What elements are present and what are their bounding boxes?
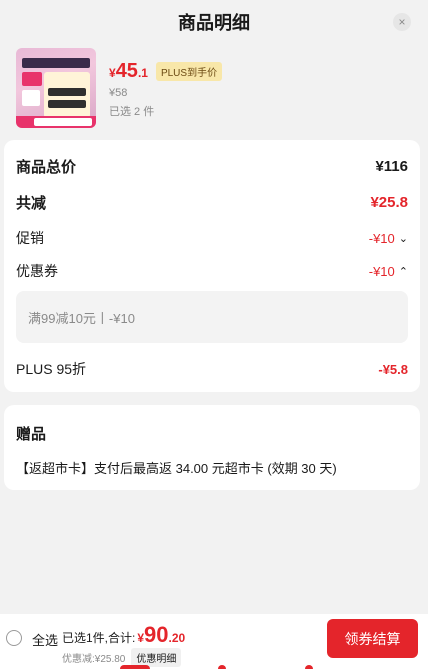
price-decimal: .1: [137, 66, 148, 80]
gift-description: 【返超市卡】支付后最高返 34.00 元超市卡 (效期 30 天): [16, 461, 337, 476]
product-row: ¥ 45 .1 PLUS到手价 ¥58 已选 2 件: [16, 48, 412, 128]
plus-price-tag: PLUS到手价: [155, 62, 223, 81]
plus-discount-label: PLUS 95折: [16, 361, 87, 377]
order-total-decimal: .20: [168, 631, 186, 645]
sheet-title: 商品明细: [178, 13, 250, 33]
gift-title: 赠品: [16, 426, 47, 443]
total-reduce-row: 共减 ¥25.8: [16, 192, 408, 213]
sheet-header: 商品明细 ×: [0, 0, 428, 44]
promotion-value-wrap: -¥10 ⌄: [369, 231, 408, 246]
original-price: ¥58: [109, 87, 128, 99]
chevron-down-icon: ⌄: [398, 232, 408, 245]
total-price-row: 商品总价 ¥116: [16, 156, 408, 177]
total-price-label: 商品总价: [16, 159, 77, 176]
coupon-row[interactable]: 优惠券 -¥10 ⌃: [16, 261, 408, 281]
coupon-value: -¥10: [368, 263, 395, 279]
close-icon[interactable]: ×: [393, 13, 411, 31]
tab-peek: [120, 665, 150, 669]
order-total-currency: ¥: [137, 631, 145, 645]
checkout-bar: 全选 已选1件,合计: ¥ 90 .20 优惠减:¥25.80 优惠明细 领券结…: [0, 614, 428, 669]
coupon-detail-box: 满99减10元丨-¥10: [16, 291, 408, 343]
price-currency: ¥: [109, 66, 116, 80]
chevron-up-icon: ⌃: [398, 265, 408, 278]
tab-peek: [218, 665, 226, 669]
total-reduce-value: ¥25.8: [370, 194, 408, 211]
order-detail-sheet: 商品明细 × ¥ 45 .1 PLUS到手价 ¥58 已选 2 件 商品总价 ¥…: [0, 0, 428, 669]
select-all-radio[interactable]: [6, 630, 22, 646]
selected-count: 已选 2 件: [109, 106, 155, 118]
product-price: ¥ 45 .1 PLUS到手价: [109, 60, 223, 83]
total-price-value: ¥116: [375, 158, 408, 175]
plus-discount-value: -¥5.8: [378, 361, 408, 377]
discount-amount: 优惠减:¥25.80: [62, 654, 126, 665]
price-summary-card: 商品总价 ¥116 共减 ¥25.8 促销 -¥10 ⌄ 优惠券 -¥10 ⌃ …: [4, 140, 420, 392]
discount-line: 优惠减:¥25.80 优惠明细: [62, 648, 182, 667]
promotion-row[interactable]: 促销 -¥10 ⌄: [16, 228, 408, 248]
coupon-label: 优惠券: [16, 263, 58, 279]
coupon-value-wrap: -¥10 ⌃: [369, 264, 408, 279]
price-integer: 45: [115, 60, 138, 82]
gift-card: 赠品 【返超市卡】支付后最高返 34.00 元超市卡 (效期 30 天): [4, 405, 420, 490]
checkout-button[interactable]: 领券结算: [327, 619, 418, 658]
promotion-label: 促销: [16, 230, 44, 246]
order-total-integer: 90: [144, 622, 169, 647]
promotion-value: -¥10: [368, 230, 395, 246]
order-total-label: 已选1件,合计:: [62, 631, 136, 645]
plus-discount-row: PLUS 95折 -¥5.8: [16, 359, 408, 379]
order-total: 已选1件,合计: ¥ 90 .20: [62, 622, 185, 648]
select-all-label[interactable]: 全选: [32, 630, 58, 649]
tab-peek: [305, 665, 313, 669]
product-info: ¥ 45 .1 PLUS到手价 ¥58 已选 2 件: [109, 48, 223, 128]
product-thumbnail[interactable]: [16, 48, 96, 128]
total-reduce-label: 共减: [16, 195, 47, 212]
